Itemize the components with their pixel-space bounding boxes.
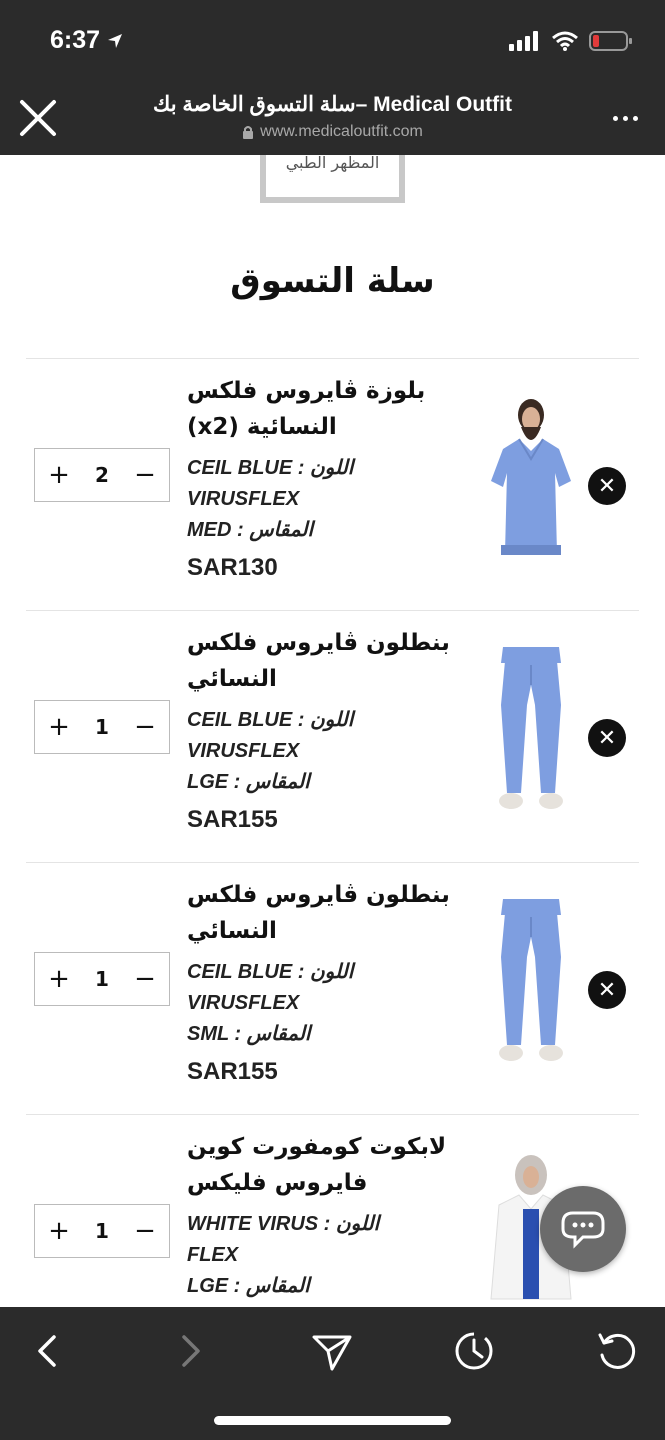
cart-item: + 2 − بلوزة ڤايروس فلكس النسائية (x2) CE… [26,358,639,610]
product-image-pants[interactable] [481,897,581,1067]
quantity-value: 1 [95,1219,109,1243]
cart-item: + 1 − بنطلون ڤايروس فلكس النسائي CEIL BL… [26,862,639,1114]
size-line: MED : المقاس [187,519,314,541]
history-icon [455,1332,493,1370]
product-image-pants[interactable] [481,645,581,815]
item-name[interactable]: بنطلون ڤايروس فلكس النسائي [187,625,477,697]
item-attributes: CEIL BLUE : اللون VIRUSFLEX MED : المقاس [187,453,477,546]
decrease-button[interactable]: − [133,966,157,992]
increase-button[interactable]: + [47,966,71,992]
close-icon [20,100,56,136]
decrease-button[interactable]: − [133,462,157,488]
item-attributes: CEIL BLUE : اللون VIRUSFLEX SML : المقاس [187,957,477,1050]
product-image-top[interactable] [481,393,581,563]
forward-button[interactable] [168,1329,212,1373]
color-line-2: FLEX [187,1244,239,1266]
browser-chrome: 6:37 سلة التسوق الخاصة بك– Medical Outfi… [0,0,665,155]
color-line-2: VIRUSFLEX [187,992,300,1014]
status-icons [509,30,633,52]
color-line: CEIL BLUE : اللون [187,961,354,983]
increase-button[interactable]: + [47,1218,71,1244]
chat-button[interactable] [540,1186,626,1272]
item-price: SAR155 [187,1058,278,1085]
chat-icon [561,1211,605,1249]
page-title: سلة التسوق الخاصة بك– Medical Outfit [153,93,512,116]
decrease-button[interactable]: − [133,714,157,740]
cart-heading: سلة التسوق [230,261,435,301]
size-line: LGE : المقاس [187,771,310,793]
item-name[interactable]: بلوزة ڤايروس فلكس النسائية (x2) [187,373,477,445]
item-attributes: CEIL BLUE : اللون VIRUSFLEX LGE : المقاس [187,705,477,798]
remove-item-button[interactable]: ✕ [588,971,626,1009]
status-time: 6:37 [50,26,124,55]
color-line: CEIL BLUE : اللون [187,457,354,479]
logo-text: المظهر الطبي [285,155,380,172]
battery-icon [589,31,632,51]
item-info: بنطلون ڤايروس فلكس النسائي CEIL BLUE : ا… [187,877,477,1086]
close-button[interactable] [16,96,60,140]
item-attributes: WHITE VIRUS : اللون FLEX LGE : المقاس [187,1209,477,1302]
history-button[interactable] [452,1329,496,1373]
quantity-stepper: + 1 − [34,1204,170,1258]
quantity-stepper: + 1 − [34,700,170,754]
color-line-2: VIRUSFLEX [187,488,300,510]
item-name[interactable]: بنطلون ڤايروس فلكس النسائي [187,877,477,949]
title-block: سلة التسوق الخاصة بك– Medical Outfit www… [90,92,575,141]
share-icon [312,1335,352,1371]
signal-icon [509,31,538,51]
store-logo[interactable]: المظهر الطبي [260,155,405,203]
remove-item-button[interactable]: ✕ [588,467,626,505]
size-line: SML : المقاس [187,1023,311,1045]
forward-icon [182,1335,200,1367]
quantity-stepper: + 1 − [34,952,170,1006]
item-info: بلوزة ڤايروس فلكس النسائية (x2) CEIL BLU… [187,373,477,582]
back-button[interactable] [26,1329,70,1373]
cart-item: + 1 − بنطلون ڤايروس فلكس النسائي CEIL BL… [26,610,639,862]
increase-button[interactable]: + [47,714,71,740]
quantity-value: 1 [95,967,109,991]
color-line-2: VIRUSFLEX [187,740,300,762]
wifi-icon [552,31,578,51]
reload-button[interactable] [594,1329,638,1373]
color-line: WHITE VIRUS : اللون [187,1213,380,1235]
cart-items: + 2 − بلوزة ڤايروس فلكس النسائية (x2) CE… [26,358,639,1307]
item-price: SAR155 [187,806,278,833]
item-price: SAR130 [187,554,278,581]
home-indicator [214,1416,451,1425]
url-display[interactable]: www.medicaloutfit.com [90,123,575,141]
color-line: CEIL BLUE : اللون [187,709,354,731]
decrease-button[interactable]: − [133,1218,157,1244]
item-info: لابكوت كومفورت كوين فايروس فليكس WHITE V… [187,1129,477,1302]
quantity-value: 1 [95,715,109,739]
lock-icon [243,126,254,139]
share-button[interactable] [310,1329,354,1373]
item-info: بنطلون ڤايروس فلكس النسائي CEIL BLUE : ا… [187,625,477,834]
increase-button[interactable]: + [47,462,71,488]
size-line: LGE : المقاس [187,1275,310,1297]
remove-item-button[interactable]: ✕ [588,719,626,757]
quantity-value: 2 [95,463,109,487]
back-icon [38,1335,56,1367]
location-arrow-icon [108,33,123,48]
more-icon[interactable] [613,108,643,128]
item-name[interactable]: لابكوت كومفورت كوين فايروس فليكس [187,1129,477,1201]
quantity-stepper: + 2 − [34,448,170,502]
page-content: المظهر الطبي سلة التسوق + 2 − بلوزة ڤاير… [0,155,665,1307]
reload-icon [598,1333,636,1369]
